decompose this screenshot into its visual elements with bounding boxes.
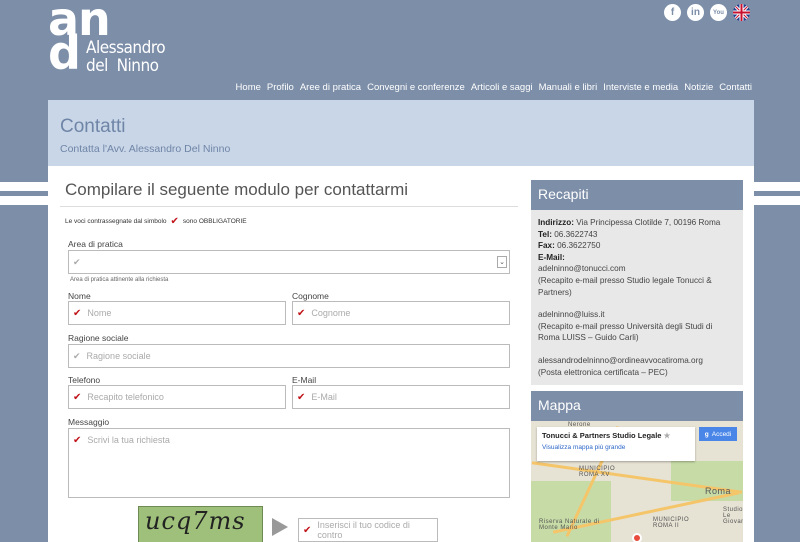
nav-home[interactable]: Home <box>236 82 261 93</box>
arrow-right-icon <box>272 518 288 536</box>
telefono-input[interactable]: ✔ Recapito telefonico <box>68 385 286 409</box>
nav-convegni[interactable]: Convegni e conferenze <box>367 82 465 93</box>
cognome-input[interactable]: ✔ Cognome <box>292 301 510 325</box>
nav-aree-di-pratica[interactable]: Aree di pratica <box>300 82 361 93</box>
email-link-2[interactable]: adelninno@luiss.it <box>538 309 736 321</box>
nav-articoli[interactable]: Articoli e saggi <box>471 82 533 93</box>
required-check-icon: ✔ <box>170 216 179 227</box>
messaggio-label: Messaggio <box>68 417 110 427</box>
youtube-icon[interactable]: You <box>710 4 727 21</box>
cognome-label: Cognome <box>292 291 329 301</box>
area-label: Area di pratica <box>68 239 123 249</box>
area-select[interactable]: ✔ ⌄ <box>68 250 510 274</box>
recapiti-title: Recapiti <box>531 180 743 210</box>
recapiti-box: Recapiti Indirizzo: Via Principessa Clot… <box>531 180 743 386</box>
social-links: f in You <box>664 4 750 21</box>
required-check-icon: ✔ <box>73 307 82 319</box>
fax-text: 06.3622750 <box>557 241 601 251</box>
required-note: Le voci contrassegnate dal simbolo ✔ son… <box>65 216 247 227</box>
page-subtitle: Contatta l'Avv. Alessandro Del Ninno <box>60 143 231 155</box>
captcha-image: ucq7ms <box>138 506 263 542</box>
required-check-icon: ✔ <box>73 435 82 446</box>
recapiti-body: Indirizzo: Via Principessa Clotilde 7, 0… <box>531 210 743 386</box>
address-text: Via Principessa Clotilde 7, 00196 Roma <box>576 218 721 227</box>
main-nav: Home Profilo Aree di pratica Convegni e … <box>236 82 752 93</box>
area-hint: Area di pratica attinente alla richiesta <box>70 277 169 283</box>
map-label: MUNICIPIO ROMA II <box>653 517 690 529</box>
map-label: MUNICIPIO ROMA XV <box>579 466 616 478</box>
map-place-name: Tonucci & Partners Studio Legale <box>542 431 662 440</box>
map-place-card: Tonucci & Partners Studio Legale ★ Visua… <box>537 427 695 461</box>
optional-check-icon: ✔ <box>73 350 81 361</box>
email-input[interactable]: ✔ E-Mail <box>292 385 510 409</box>
telefono-label: Telefono <box>68 375 101 385</box>
ragione-label: Ragione sociale <box>68 333 129 343</box>
logo-name-line2: del Ninno <box>86 56 159 76</box>
site-header: an d Alessandro del Ninno f in You Home P… <box>0 0 800 100</box>
map-pin-icon[interactable] <box>632 533 642 542</box>
phone-text: 06.3622743 <box>554 229 598 239</box>
nome-input[interactable]: ✔ Nome <box>68 301 286 325</box>
email-link-3[interactable]: alessandrodelninno@ordineavvocatiroma.or… <box>538 355 736 367</box>
star-icon[interactable]: ★ <box>664 431 671 440</box>
contact-form: Compilare il seguente modulo per contatt… <box>60 180 518 227</box>
nav-manuali[interactable]: Manuali e libri <box>539 82 598 93</box>
required-check-icon: ✔ <box>297 307 306 319</box>
page-title-band: Contatti Contatta l'Avv. Alessandro Del … <box>48 100 754 166</box>
map-embed[interactable]: Nerone MUNICIPIO ROMA XV MUNICIPIO ROMA … <box>531 421 743 542</box>
map-larger-link[interactable]: Visualizza mappa più grande <box>542 444 690 451</box>
nav-profilo[interactable]: Profilo <box>267 82 294 93</box>
map-label: Roma <box>705 486 732 496</box>
divider <box>60 206 518 207</box>
form-heading: Compilare il seguente modulo per contatt… <box>65 180 409 199</box>
required-check-icon: ✔ <box>73 391 82 403</box>
mappa-title: Mappa <box>531 391 743 421</box>
google-icon: g <box>704 430 709 438</box>
facebook-icon[interactable]: f <box>664 4 681 21</box>
ragione-input[interactable]: ✔ Ragione sociale <box>68 344 510 368</box>
email-link-1[interactable]: adelninno@tonucci.com <box>538 263 736 275</box>
email-label: E-Mail <box>292 375 317 385</box>
site-logo[interactable]: an d Alessandro del Ninno <box>48 0 178 76</box>
required-check-icon: ✔ <box>303 524 312 536</box>
nav-notizie[interactable]: Notizie <box>684 82 713 93</box>
map-label: Studio Le Giovanni <box>723 507 743 525</box>
nome-label: Nome <box>68 291 91 301</box>
messaggio-textarea[interactable]: ✔ Scrivi la tua richiesta <box>68 428 510 498</box>
linkedin-icon[interactable]: in <box>687 4 704 21</box>
captcha-input[interactable]: ✔ Inserisci il tuo codice di contro <box>298 518 438 542</box>
logo-name-line1: Alessandro <box>86 38 166 58</box>
map-login-button[interactable]: g Accedi <box>699 427 737 441</box>
page-title: Contatti <box>60 116 126 137</box>
uk-flag-icon[interactable] <box>733 4 750 21</box>
required-check-icon: ✔ <box>297 391 306 403</box>
optional-check-icon: ✔ <box>73 256 81 267</box>
chevron-down-icon: ⌄ <box>497 256 507 268</box>
nav-contatti[interactable]: Contatti <box>719 82 752 93</box>
nav-interviste[interactable]: Interviste e media <box>603 82 678 93</box>
map-label: Riserva Naturale di Monte Mario <box>539 519 600 531</box>
